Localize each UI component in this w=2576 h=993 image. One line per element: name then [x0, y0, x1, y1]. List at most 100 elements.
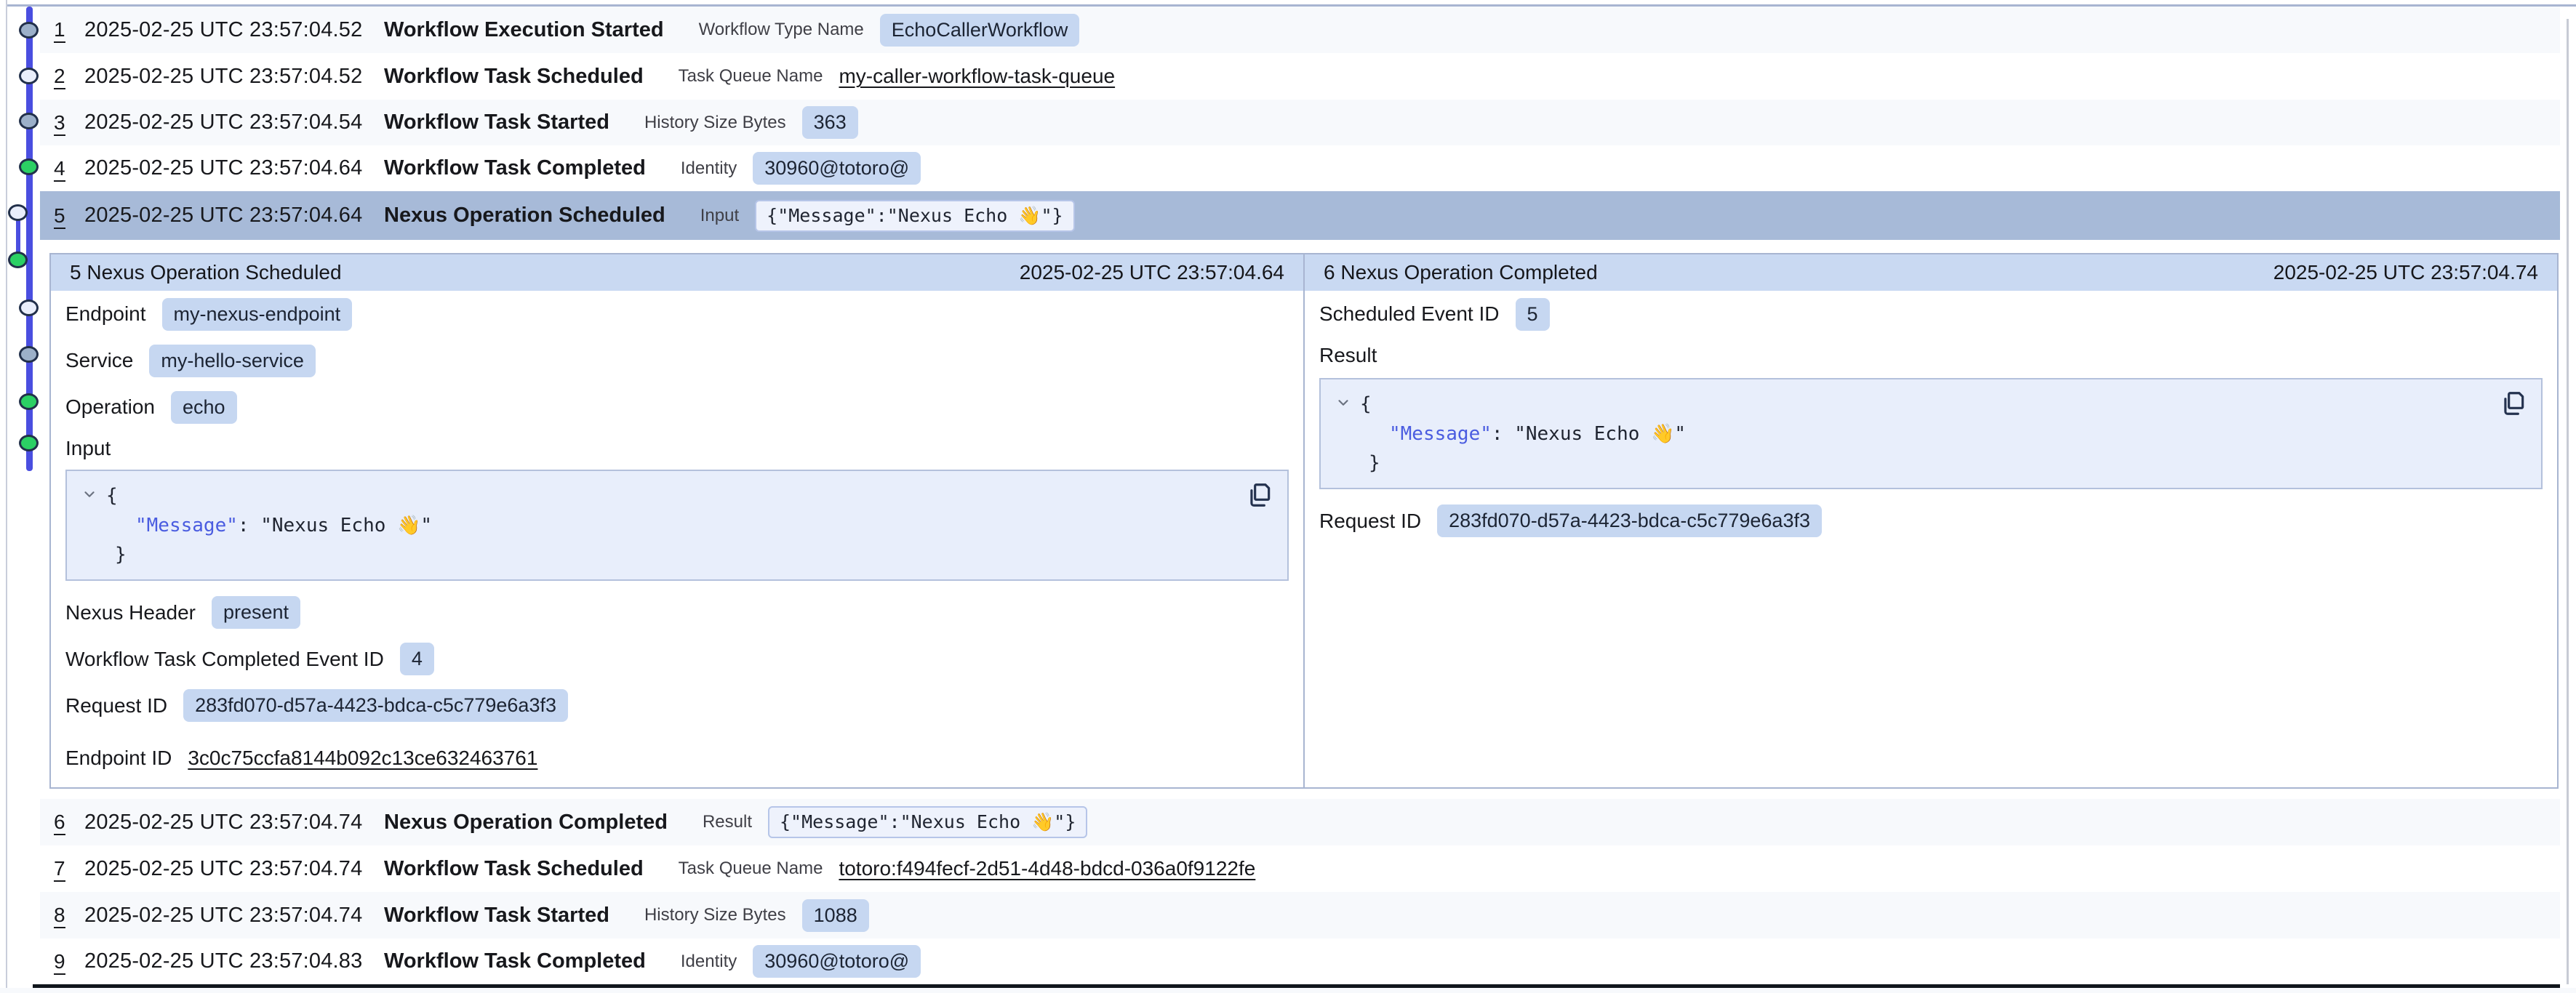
timeline-dot-event-9: [19, 435, 39, 451]
event-id-link[interactable]: 6: [54, 811, 84, 834]
event-id-link[interactable]: 1: [54, 18, 84, 41]
field-wft-completed-event-id: Workflow Task Completed Event ID 4: [65, 636, 1289, 683]
timeline-dot-event-4: [19, 158, 39, 175]
event-timestamp: 2025-02-25 UTC 23:57:04.64: [84, 204, 384, 228]
copy-icon[interactable]: [1245, 481, 1274, 510]
panel-timestamp: 2025-02-25 UTC 23:57:04.74: [2273, 261, 2538, 284]
vertical-scrollbar[interactable]: [2567, 19, 2569, 984]
chevron-down-icon[interactable]: [81, 482, 97, 511]
timeline-dot-event-1: [19, 22, 39, 39]
field-label: Service: [65, 349, 133, 372]
field-endpoint-id: Endpoint ID 3c0c75ccfa8144b092c13ce63246…: [65, 735, 1289, 781]
detail-label: Input: [700, 206, 739, 226]
scheduled-event-id-badge: 5: [1516, 298, 1550, 331]
event-detail-panels: 5 Nexus Operation Scheduled 2025-02-25 U…: [49, 253, 2559, 789]
event-name: Workflow Task Completed: [384, 156, 646, 180]
event-timestamp: 2025-02-25 UTC 23:57:04.54: [84, 110, 384, 134]
copy-icon[interactable]: [2499, 390, 2528, 419]
event-id-link[interactable]: 9: [54, 950, 84, 973]
field-label: Request ID: [65, 694, 167, 717]
field-endpoint: Endpoint my-nexus-endpoint: [65, 291, 1289, 337]
json-value: "Nexus Echo 👋": [1514, 423, 1686, 445]
detail-label: Identity: [681, 158, 737, 179]
timeline-dot-event-7: [19, 346, 39, 363]
detail-label: Task Queue Name: [679, 859, 823, 879]
identity-badge: 30960@totoro@: [753, 152, 921, 185]
event-name: Nexus Operation Scheduled: [384, 204, 665, 228]
left-frame-border: [6, 0, 7, 993]
history-row-5-selected[interactable]: 5 2025-02-25 UTC 23:57:04.64 Nexus Opera…: [40, 191, 2560, 240]
detail-label: Result: [703, 812, 752, 832]
panel-nexus-operation-completed: 6 Nexus Operation Completed 2025-02-25 U…: [1305, 254, 2557, 787]
history-row-4[interactable]: 4 2025-02-25 UTC 23:57:04.64 Workflow Ta…: [40, 145, 2560, 191]
field-label: Endpoint ID: [65, 747, 172, 770]
panel-title: 6 Nexus Operation Completed: [1324, 261, 1598, 284]
event-name: Workflow Task Started: [384, 904, 609, 928]
json-key: "Message": [135, 515, 238, 536]
event-id-link[interactable]: 4: [54, 157, 84, 180]
panel-header: 5 Nexus Operation Scheduled 2025-02-25 U…: [51, 254, 1303, 291]
history-row-8[interactable]: 8 2025-02-25 UTC 23:57:04.74 Workflow Ta…: [40, 892, 2560, 938]
detail-label: Identity: [681, 952, 737, 972]
history-row-1[interactable]: 1 2025-02-25 UTC 23:57:04.52 Workflow Ex…: [40, 7, 2560, 53]
event-timestamp: 2025-02-25 UTC 23:57:04.74: [84, 811, 384, 835]
event-name: Workflow Task Completed: [384, 949, 646, 973]
task-queue-link[interactable]: totoro:f494fecf-2d51-4d48-bdcd-036a0f912…: [839, 857, 1255, 880]
field-label: Nexus Header: [65, 601, 196, 624]
panel-timestamp: 2025-02-25 UTC 23:57:04.64: [1020, 261, 1284, 284]
event-id-link[interactable]: 2: [54, 65, 84, 88]
panel-header: 6 Nexus Operation Completed 2025-02-25 U…: [1305, 254, 2557, 291]
panel-title: 5 Nexus Operation Scheduled: [70, 261, 342, 284]
nexus-header-badge: present: [212, 596, 300, 629]
event-name: Workflow Task Scheduled: [384, 857, 644, 881]
field-request-id: Request ID 283fd070-d57a-4423-bdca-c5c77…: [65, 683, 1289, 729]
operation-badge: echo: [171, 391, 237, 424]
timeline-dot-event-3: [19, 113, 39, 129]
event-id-link[interactable]: 3: [54, 111, 84, 134]
field-scheduled-event-id: Scheduled Event ID 5: [1319, 291, 2543, 337]
event-id-link[interactable]: 7: [54, 857, 84, 880]
history-row-6[interactable]: 6 2025-02-25 UTC 23:57:04.74 Nexus Opera…: [40, 799, 2560, 845]
detail-label: Workflow Type Name: [699, 20, 864, 40]
field-request-id: Request ID 283fd070-d57a-4423-bdca-c5c77…: [1319, 498, 2543, 544]
event-name: Workflow Task Scheduled: [384, 65, 644, 89]
timeline-dot-event-6: [19, 299, 39, 316]
timeline-dot-event-8: [19, 393, 39, 410]
request-id-badge: 283fd070-d57a-4423-bdca-c5c779e6a3f3: [1437, 504, 1822, 537]
chevron-down-icon[interactable]: [1335, 390, 1351, 419]
endpoint-id-link[interactable]: 3c0c75ccfa8144b092c13ce632463761: [188, 747, 537, 770]
json-value: "Nexus Echo 👋": [260, 515, 432, 536]
field-label: Workflow Task Completed Event ID: [65, 648, 384, 671]
service-badge: my-hello-service: [149, 345, 316, 377]
history-row-9[interactable]: 9 2025-02-25 UTC 23:57:04.83 Workflow Ta…: [40, 938, 2560, 984]
panel-nexus-operation-scheduled: 5 Nexus Operation Scheduled 2025-02-25 U…: [51, 254, 1303, 787]
json-open-brace: {: [106, 485, 118, 507]
history-size-badge: 1088: [802, 899, 869, 932]
history-size-badge: 363: [802, 106, 858, 139]
event-timestamp: 2025-02-25 UTC 23:57:04.74: [84, 857, 384, 881]
detail-label: History Size Bytes: [644, 113, 786, 133]
json-close-brace: }: [1335, 449, 2527, 478]
request-id-badge: 283fd070-d57a-4423-bdca-c5c779e6a3f3: [183, 689, 568, 722]
event-timestamp: 2025-02-25 UTC 23:57:04.74: [84, 904, 384, 928]
history-row-7[interactable]: 7 2025-02-25 UTC 23:57:04.74 Workflow Ta…: [40, 845, 2560, 892]
field-label: Endpoint: [65, 302, 146, 326]
json-open-brace: {: [1360, 393, 1372, 415]
json-close-brace: }: [81, 540, 1273, 569]
history-row-3[interactable]: 3 2025-02-25 UTC 23:57:04.54 Workflow Ta…: [40, 100, 2560, 145]
field-label: Request ID: [1319, 510, 1421, 533]
event-name: Nexus Operation Completed: [384, 811, 668, 835]
field-label: Operation: [65, 395, 155, 419]
event-timestamp: 2025-02-25 UTC 23:57:04.52: [84, 65, 384, 89]
json-separator: :: [238, 515, 260, 536]
history-row-2[interactable]: 2 2025-02-25 UTC 23:57:04.52 Workflow Ta…: [40, 53, 2560, 100]
bottom-strip: [0, 988, 2576, 993]
event-id-link[interactable]: 8: [54, 904, 84, 927]
timeline-dot-nexus-operation: [8, 252, 28, 268]
json-separator: :: [1492, 423, 1514, 445]
task-queue-link[interactable]: my-caller-workflow-task-queue: [839, 65, 1115, 88]
result-json-badge: {"Message":"Nexus Echo 👋"}: [768, 806, 1087, 838]
event-timestamp: 2025-02-25 UTC 23:57:04.64: [84, 156, 384, 180]
event-id-link[interactable]: 5: [54, 204, 84, 228]
input-section-label: Input: [65, 430, 1289, 467]
